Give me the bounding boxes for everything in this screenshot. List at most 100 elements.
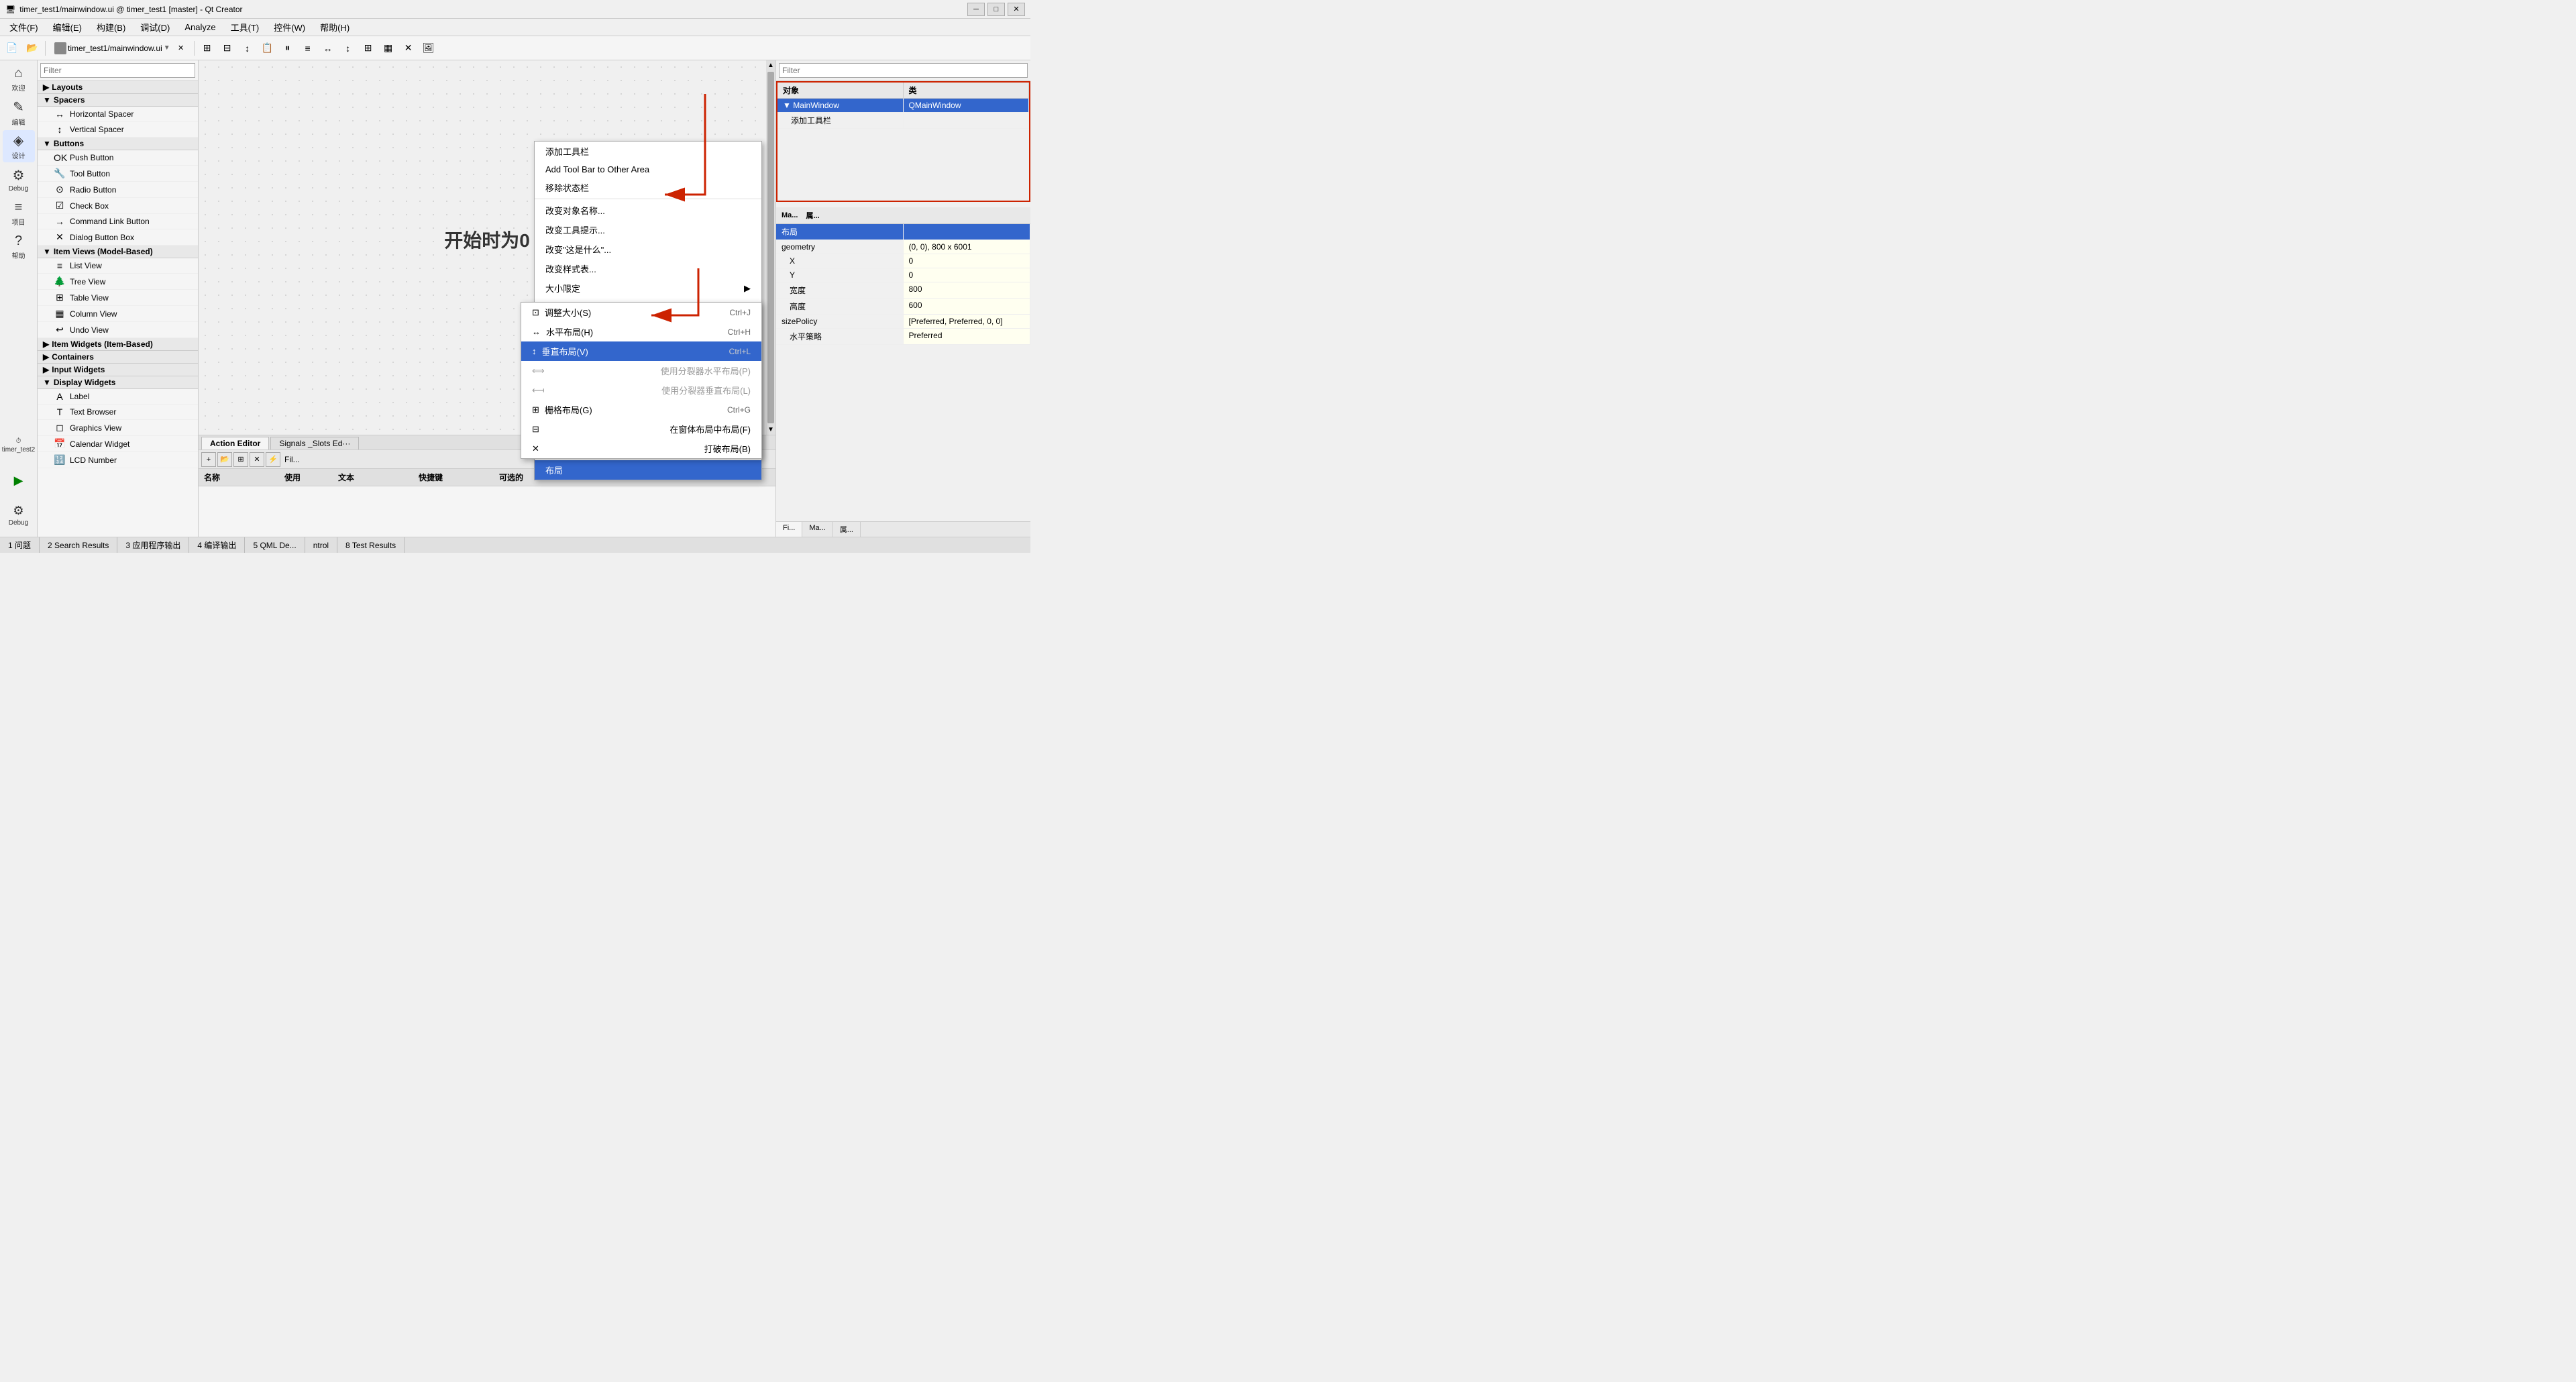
toolbar-btn-12[interactable]: 🖼 xyxy=(419,39,438,58)
sidebar-item-help[interactable]: ? 帮助 xyxy=(3,231,35,263)
widget-vertical-spacer[interactable]: ↕ Vertical Spacer xyxy=(38,122,198,138)
toolbar-btn-2[interactable]: ⊟ xyxy=(218,39,237,58)
widget-push-button[interactable]: OK Push Button xyxy=(38,150,198,166)
list-view-icon: ≡ xyxy=(54,260,66,271)
timer-icon: ⏱ xyxy=(16,437,21,445)
category-display-widgets[interactable]: ▼ Display Widgets xyxy=(38,376,198,389)
ae-connect-btn[interactable]: ⚡ xyxy=(266,452,280,467)
widget-tool-button[interactable]: 🔧 Tool Button xyxy=(38,166,198,182)
menu-help[interactable]: 帮助(H) xyxy=(313,19,356,35)
push-button-icon: OK xyxy=(54,152,66,163)
sidebar-item-debug2[interactable]: ⚙ Debug xyxy=(3,499,35,531)
help-icon: ? xyxy=(15,233,22,249)
prop-row-layout[interactable]: 布局 xyxy=(776,224,1030,240)
menu-tools[interactable]: 工具(T) xyxy=(224,19,266,35)
widget-filter-area xyxy=(38,60,198,81)
widget-graphics-view[interactable]: ◻ Graphics View xyxy=(38,420,198,436)
toolbar-btn-11[interactable]: ✕ xyxy=(399,39,418,58)
sidebar-item-timer[interactable]: ⏱ timer_test2 xyxy=(3,429,35,462)
sidebar-item-debug[interactable]: ⚙ Debug xyxy=(3,164,35,196)
menu-analyze[interactable]: Analyze xyxy=(178,21,222,34)
tab-action-editor[interactable]: Action Editor xyxy=(201,437,269,449)
widget-dialog-button-box[interactable]: ✕ Dialog Button Box xyxy=(38,229,198,246)
menu-controls[interactable]: 控件(W) xyxy=(267,19,312,35)
tree-row-mainwindow[interactable]: ▼ MainWindow QMainWindow xyxy=(777,99,1029,113)
toolbar-btn-6[interactable]: ≡ xyxy=(299,39,317,58)
menu-edit[interactable]: 编辑(E) xyxy=(46,19,89,35)
menu-file[interactable]: 文件(F) xyxy=(3,19,45,35)
sidebar-item-project[interactable]: ≡ 项目 xyxy=(3,197,35,229)
maximize-button[interactable]: □ xyxy=(987,3,1005,16)
status-app-output[interactable]: 3 应用程序输出 xyxy=(117,537,189,553)
widget-tree-view[interactable]: 🌲 Tree View xyxy=(38,274,198,290)
status-search-results[interactable]: 2 Search Results xyxy=(40,537,117,553)
sidebar-item-edit[interactable]: ✎ 编辑 xyxy=(3,97,35,129)
tree-row-addtoolbar[interactable]: 添加工具栏 xyxy=(777,113,1029,129)
toolbar-btn-7[interactable]: ↔ xyxy=(319,39,337,58)
scroll-up-arrow[interactable]: ▲ xyxy=(766,60,775,70)
status-qml-debugger[interactable]: 5 QML De... xyxy=(245,537,305,553)
widget-command-link-button[interactable]: → Command Link Button xyxy=(38,214,198,229)
right-filter-input[interactable] xyxy=(779,63,1028,78)
menu-build[interactable]: 构建(B) xyxy=(90,19,132,35)
category-item-widgets[interactable]: ▶ Item Widgets (Item-Based) xyxy=(38,338,198,351)
canvas-scrollbar[interactable]: ▲ ▼ xyxy=(766,60,775,435)
minimize-button[interactable]: ─ xyxy=(967,3,985,16)
status-compile-output[interactable]: 4 编译输出 xyxy=(189,537,245,553)
status-ntrol[interactable]: ntrol xyxy=(305,537,337,553)
widget-label[interactable]: A Label xyxy=(38,389,198,405)
category-buttons[interactable]: ▼ Buttons xyxy=(38,138,198,150)
category-input-widgets[interactable]: ▶ Input Widgets xyxy=(38,364,198,376)
ae-open-btn[interactable]: 📂 xyxy=(217,452,232,467)
ae-delete-btn[interactable]: ✕ xyxy=(250,452,264,467)
ae-new-btn[interactable]: + xyxy=(201,452,216,467)
file-tab-arrow[interactable]: ▼ xyxy=(164,44,170,52)
widget-calendar[interactable]: 📅 Calendar Widget xyxy=(38,436,198,452)
scroll-down-arrow[interactable]: ▼ xyxy=(766,425,775,435)
category-layouts[interactable]: ▶ Layouts xyxy=(38,81,198,94)
close-file-btn[interactable]: ✕ xyxy=(172,39,191,58)
widget-check-box[interactable]: ☑ Check Box xyxy=(38,198,198,214)
toolbar-btn-1[interactable]: ⊞ xyxy=(198,39,217,58)
widget-lcd-number[interactable]: 🔢 LCD Number xyxy=(38,452,198,468)
widget-radio-button[interactable]: ⊙ Radio Button xyxy=(38,182,198,198)
rb-tab-ma[interactable]: Ma... xyxy=(802,522,833,537)
widget-list-view[interactable]: ≡ List View xyxy=(38,258,198,274)
category-containers[interactable]: ▶ Containers xyxy=(38,351,198,364)
category-spacers[interactable]: ▼ Spacers xyxy=(38,94,198,107)
widget-filter-input[interactable] xyxy=(40,63,195,78)
prop-row-geometry[interactable]: geometry (0, 0), 800 x 6001 xyxy=(776,240,1030,254)
status-problems[interactable]: 1 问题 xyxy=(0,537,40,553)
rb-tab-attr[interactable]: 属... xyxy=(833,522,861,537)
widget-table-view[interactable]: ⊞ Table View xyxy=(38,290,198,306)
toolbar-btn-4[interactable]: 📋 xyxy=(258,39,277,58)
prop-row-height[interactable]: 高度 600 xyxy=(776,299,1030,315)
toolbar-btn-9[interactable]: ⊞ xyxy=(359,39,378,58)
sidebar-item-welcome[interactable]: ⌂ 欢迎 xyxy=(3,63,35,95)
widget-undo-view[interactable]: ↩ Undo View xyxy=(38,322,198,338)
sidebar-item-design[interactable]: ◈ 设计 xyxy=(3,130,35,162)
sidebar-item-run[interactable]: ▶ xyxy=(3,464,35,496)
toolbar-btn-open[interactable]: 📂 xyxy=(23,39,42,58)
toolbar-btn-new[interactable]: 📄 xyxy=(3,39,21,58)
scroll-thumb[interactable] xyxy=(767,72,774,423)
prop-row-y[interactable]: Y 0 xyxy=(776,268,1030,282)
prop-row-x[interactable]: X 0 xyxy=(776,254,1030,268)
ae-copy-btn[interactable]: ⊞ xyxy=(233,452,248,467)
widget-column-view[interactable]: ▦ Column View xyxy=(38,306,198,322)
menu-debug[interactable]: 调试(D) xyxy=(133,19,176,35)
toolbar-btn-10[interactable]: ▦ xyxy=(379,39,398,58)
status-test-results[interactable]: 8 Test Results xyxy=(337,537,405,553)
tab-signals-slots[interactable]: Signals _Slots Ed··· xyxy=(270,437,359,449)
close-button[interactable]: ✕ xyxy=(1008,3,1025,16)
widget-horizontal-spacer[interactable]: ↔ Horizontal Spacer xyxy=(38,107,198,122)
prop-row-width[interactable]: 宽度 800 xyxy=(776,282,1030,299)
widget-text-browser[interactable]: T Text Browser xyxy=(38,405,198,420)
category-item-views[interactable]: ▼ Item Views (Model-Based) xyxy=(38,246,198,258)
toolbar-btn-8[interactable]: ↕ xyxy=(339,39,358,58)
prop-row-hpolicy[interactable]: 水平策略 Preferred xyxy=(776,329,1030,345)
toolbar-btn-3[interactable]: ↕ xyxy=(238,39,257,58)
rb-tab-filter[interactable]: Fi... xyxy=(776,522,802,537)
toolbar-btn-5[interactable]: ⏸ xyxy=(278,39,297,58)
prop-row-sizepolicy[interactable]: sizePolicy [Preferred, Preferred, 0, 0] xyxy=(776,315,1030,329)
